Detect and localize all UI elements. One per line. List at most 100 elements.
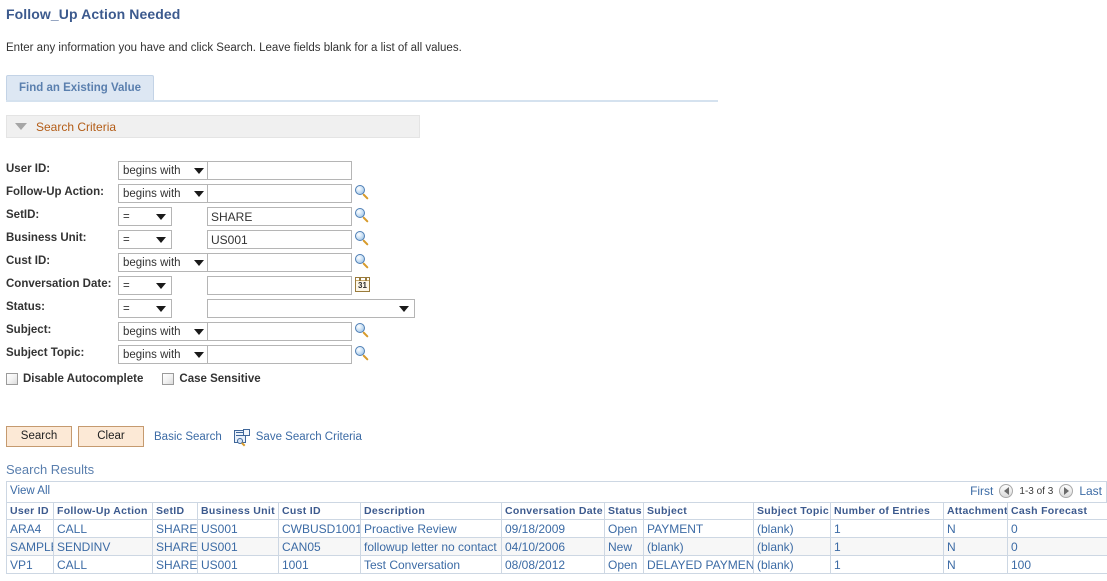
table-cell[interactable]: 1 xyxy=(831,538,944,556)
table-cell[interactable]: ARA4 xyxy=(7,520,54,538)
operator-select-value: begins with xyxy=(119,165,194,177)
table-cell[interactable]: SENDINV xyxy=(54,538,153,556)
search-value-input[interactable] xyxy=(207,207,352,226)
table-cell[interactable]: (blank) xyxy=(644,538,754,556)
calendar-icon[interactable]: 31 xyxy=(355,277,370,292)
table-cell[interactable]: SAMPLE xyxy=(7,538,54,556)
search-value-input[interactable] xyxy=(207,161,352,180)
table-cell[interactable]: (blank) xyxy=(754,556,831,574)
column-header[interactable]: SetID xyxy=(153,503,198,520)
table-cell[interactable]: CAN05 xyxy=(279,538,361,556)
basic-search-link[interactable]: Basic Search xyxy=(154,431,222,443)
chevron-down-icon xyxy=(194,168,204,174)
checkbox-box-disable-autocomplete[interactable] xyxy=(6,373,18,385)
table-cell[interactable]: SHARE xyxy=(153,538,198,556)
search-value-input[interactable] xyxy=(207,184,352,203)
column-header[interactable]: Business Unit xyxy=(198,503,279,520)
lookup-magnifier-icon[interactable] xyxy=(355,346,370,361)
column-header[interactable]: Number of Entries xyxy=(831,503,944,520)
table-cell[interactable]: Proactive Review xyxy=(361,520,502,538)
pager-first-link[interactable]: First xyxy=(970,484,993,498)
table-cell[interactable]: followup letter no contact xyxy=(361,538,502,556)
search-value-input[interactable] xyxy=(207,230,352,249)
save-search-criteria-link[interactable]: Save Search Criteria xyxy=(256,431,362,443)
column-header[interactable]: Subject xyxy=(644,503,754,520)
table-cell[interactable]: 1001 xyxy=(279,556,361,574)
table-cell[interactable]: US001 xyxy=(198,520,279,538)
checkbox-box-case-sensitive[interactable] xyxy=(162,373,174,385)
column-header[interactable]: Subject Topic xyxy=(754,503,831,520)
table-cell[interactable]: 04/10/2006 xyxy=(502,538,605,556)
triangle-down-icon[interactable] xyxy=(15,123,27,130)
operator-select[interactable]: begins with xyxy=(118,161,210,180)
right-arrow-icon[interactable] xyxy=(1059,484,1073,498)
table-cell[interactable]: US001 xyxy=(198,538,279,556)
search-button[interactable]: Search xyxy=(6,426,72,447)
table-cell[interactable]: 0 xyxy=(1008,538,1107,556)
column-header[interactable]: Conversation Date xyxy=(502,503,605,520)
table-cell[interactable]: Open xyxy=(605,520,644,538)
view-all-link[interactable]: View All xyxy=(10,485,50,497)
table-cell[interactable]: (blank) xyxy=(754,520,831,538)
operator-select[interactable]: = xyxy=(118,230,172,249)
operator-select[interactable]: begins with xyxy=(118,322,210,341)
table-cell[interactable]: Test Conversation xyxy=(361,556,502,574)
table-cell[interactable]: N xyxy=(944,556,1008,574)
operator-select[interactable]: = xyxy=(118,276,172,295)
results-pager: First 1-3 of 3 Last xyxy=(970,484,1102,498)
table-cell[interactable]: CALL xyxy=(54,556,153,574)
search-value-input[interactable] xyxy=(207,276,352,295)
search-value-input[interactable] xyxy=(207,345,352,364)
operator-select[interactable]: begins with xyxy=(118,345,210,364)
table-cell[interactable]: CWBUSD1001 xyxy=(279,520,361,538)
table-cell[interactable]: DELAYED PAYMENTS xyxy=(644,556,754,574)
table-row[interactable]: SAMPLESENDINVSHAREUS001CAN05followup let… xyxy=(7,538,1107,556)
pager-last-link[interactable]: Last xyxy=(1079,484,1102,498)
table-cell[interactable]: N xyxy=(944,520,1008,538)
table-cell[interactable]: Open xyxy=(605,556,644,574)
table-cell[interactable]: N xyxy=(944,538,1008,556)
table-cell[interactable]: SHARE xyxy=(153,520,198,538)
column-header[interactable]: Cash Forecast xyxy=(1008,503,1107,520)
table-cell[interactable]: 1 xyxy=(831,556,944,574)
operator-select[interactable]: begins with xyxy=(118,253,210,272)
column-header[interactable]: Follow-Up Action xyxy=(54,503,153,520)
table-cell[interactable]: CALL xyxy=(54,520,153,538)
status-value-select[interactable] xyxy=(207,299,415,318)
search-value-input[interactable] xyxy=(207,253,352,272)
checkbox-case-sensitive[interactable]: Case Sensitive xyxy=(162,373,260,385)
table-cell[interactable]: SHARE xyxy=(153,556,198,574)
save-search-icon[interactable] xyxy=(234,429,250,444)
search-value-input[interactable] xyxy=(207,322,352,341)
table-cell[interactable]: 09/18/2009 xyxy=(502,520,605,538)
table-cell[interactable]: 08/08/2012 xyxy=(502,556,605,574)
table-cell[interactable]: VP1 xyxy=(7,556,54,574)
operator-select[interactable]: begins with xyxy=(118,184,210,203)
lookup-magnifier-icon[interactable] xyxy=(355,185,370,200)
checkbox-disable-autocomplete[interactable]: Disable Autocomplete xyxy=(6,373,143,385)
left-arrow-icon[interactable] xyxy=(999,484,1013,498)
table-cell[interactable]: US001 xyxy=(198,556,279,574)
column-header[interactable]: Status xyxy=(605,503,644,520)
tab-find-an-existing-value[interactable]: Find an Existing Value xyxy=(6,75,154,100)
clear-button[interactable]: Clear xyxy=(78,426,144,447)
lookup-magnifier-icon[interactable] xyxy=(355,323,370,338)
search-criteria-header[interactable]: Search Criteria xyxy=(6,115,420,138)
table-cell[interactable]: 1 xyxy=(831,520,944,538)
table-cell[interactable]: 100 xyxy=(1008,556,1107,574)
table-cell[interactable]: 0 xyxy=(1008,520,1107,538)
table-row[interactable]: VP1CALLSHAREUS0011001Test Conversation08… xyxy=(7,556,1107,574)
column-header[interactable]: Attachments xyxy=(944,503,1008,520)
column-header[interactable]: Cust ID xyxy=(279,503,361,520)
operator-select[interactable]: = xyxy=(118,299,172,318)
table-cell[interactable]: PAYMENT xyxy=(644,520,754,538)
operator-select[interactable]: = xyxy=(118,207,172,226)
column-header[interactable]: User ID xyxy=(7,503,54,520)
lookup-magnifier-icon[interactable] xyxy=(355,208,370,223)
lookup-magnifier-icon[interactable] xyxy=(355,254,370,269)
table-cell[interactable]: (blank) xyxy=(754,538,831,556)
table-cell[interactable]: New xyxy=(605,538,644,556)
column-header[interactable]: Description xyxy=(361,503,502,520)
table-row[interactable]: ARA4CALLSHAREUS001CWBUSD1001Proactive Re… xyxy=(7,520,1107,538)
lookup-magnifier-icon[interactable] xyxy=(355,231,370,246)
